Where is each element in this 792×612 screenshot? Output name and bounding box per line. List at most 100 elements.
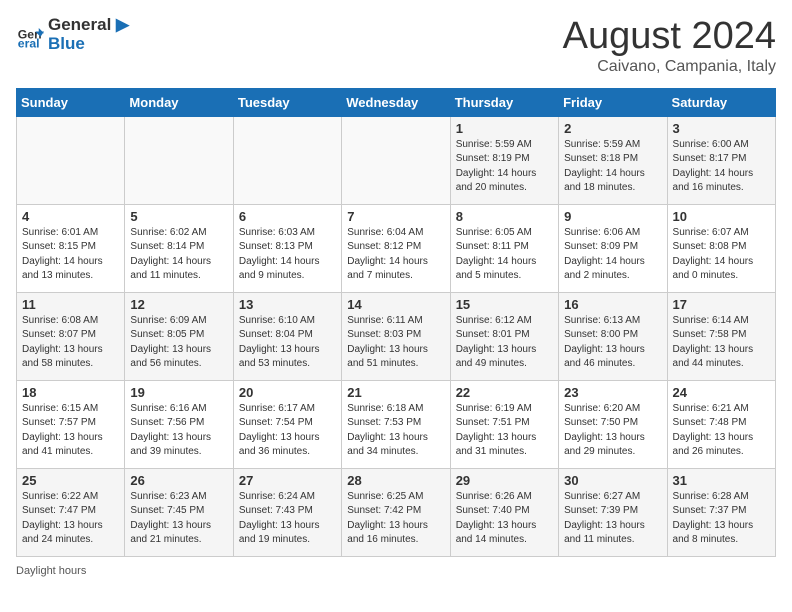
- day-number: 3: [673, 121, 770, 136]
- calendar-cell: 14 Sunrise: 6:11 AM Sunset: 8:03 PM Dayli…: [342, 292, 450, 380]
- calendar-cell: 29Sunrise: 6:26 AM Sunset: 7:40 PM Dayli…: [450, 468, 558, 556]
- calendar-cell: 15 Sunrise: 6:12 AM Sunset: 8:01 PM Dayli…: [450, 292, 558, 380]
- day-info: Sunrise: 6:11 AM Sunset: 8:03 PM Dayligh…: [347, 314, 444, 372]
- day-number: 7: [347, 209, 444, 224]
- day-info: Sunrise: 6:06 AM Sunset: 8:09 PM Dayligh…: [564, 226, 661, 284]
- column-header-monday: Monday: [125, 88, 233, 116]
- calendar-cell: 20 Sunrise: 6:17 AM Sunset: 7:54 PM Dayli…: [233, 380, 341, 468]
- calendar-cell: [342, 116, 450, 204]
- calendar-cell: 27Sunrise: 6:24 AM Sunset: 7:43 PM Dayli…: [233, 468, 341, 556]
- calendar-week-3: 11 Sunrise: 6:08 AM Sunset: 8:07 PM Dayli…: [17, 292, 776, 380]
- calendar-cell: 7Sunrise: 6:04 AM Sunset: 8:12 PM Daylig…: [342, 204, 450, 292]
- day-number: 26: [130, 473, 227, 488]
- day-info: Sunrise: 6:02 AM Sunset: 8:14 PM Dayligh…: [130, 226, 227, 284]
- day-number: 14: [347, 297, 444, 312]
- calendar-cell: 30 Sunrise: 6:27 AM Sunset: 7:39 PM Dayli…: [559, 468, 667, 556]
- column-header-tuesday: Tuesday: [233, 88, 341, 116]
- day-info: Sunrise: 5:59 AM Sunset: 8:18 PM Dayligh…: [564, 138, 661, 196]
- day-info: Sunrise: 6:15 AM Sunset: 7:57 PM Dayligh…: [22, 402, 119, 460]
- day-number: 30: [564, 473, 661, 488]
- calendar-cell: 4 Sunrise: 6:01 AM Sunset: 8:15 PM Daylig…: [17, 204, 125, 292]
- day-number: 23: [564, 385, 661, 400]
- day-info: Sunrise: 6:18 AM Sunset: 7:53 PM Dayligh…: [347, 402, 444, 460]
- calendar-table: SundayMondayTuesdayWednesdayThursdayFrid…: [16, 88, 776, 557]
- calendar-cell: [125, 116, 233, 204]
- calendar-week-4: 18 Sunrise: 6:15 AM Sunset: 7:57 PM Dayli…: [17, 380, 776, 468]
- calendar-cell: 21Sunrise: 6:18 AM Sunset: 7:53 PM Dayli…: [342, 380, 450, 468]
- day-info: Sunrise: 6:17 AM Sunset: 7:54 PM Dayligh…: [239, 402, 336, 460]
- calendar-cell: 5 Sunrise: 6:02 AM Sunset: 8:14 PM Daylig…: [125, 204, 233, 292]
- calendar-cell: 11 Sunrise: 6:08 AM Sunset: 8:07 PM Dayli…: [17, 292, 125, 380]
- day-info: Sunrise: 6:27 AM Sunset: 7:39 PM Dayligh…: [564, 490, 661, 548]
- day-info: Sunrise: 6:23 AM Sunset: 7:45 PM Dayligh…: [130, 490, 227, 548]
- calendar-week-5: 25Sunrise: 6:22 AM Sunset: 7:47 PM Dayli…: [17, 468, 776, 556]
- day-info: Sunrise: 6:09 AM Sunset: 8:05 PM Dayligh…: [130, 314, 227, 372]
- day-info: Sunrise: 6:08 AM Sunset: 8:07 PM Dayligh…: [22, 314, 119, 372]
- calendar-week-2: 4 Sunrise: 6:01 AM Sunset: 8:15 PM Daylig…: [17, 204, 776, 292]
- column-header-wednesday: Wednesday: [342, 88, 450, 116]
- day-info: Sunrise: 6:07 AM Sunset: 8:08 PM Dayligh…: [673, 226, 770, 284]
- calendar-cell: [233, 116, 341, 204]
- day-info: Sunrise: 6:10 AM Sunset: 8:04 PM Dayligh…: [239, 314, 336, 372]
- day-info: Sunrise: 6:13 AM Sunset: 8:00 PM Dayligh…: [564, 314, 661, 372]
- page-header: Gen eral General ▶ Blue August 2024 Caiv…: [16, 16, 776, 76]
- day-number: 18: [22, 385, 119, 400]
- calendar-cell: 28 Sunrise: 6:25 AM Sunset: 7:42 PM Dayli…: [342, 468, 450, 556]
- footer-label: Daylight hours: [16, 565, 86, 577]
- day-number: 11: [22, 297, 119, 312]
- day-number: 16: [564, 297, 661, 312]
- footer: Daylight hours: [16, 565, 776, 577]
- calendar-cell: 23Sunrise: 6:20 AM Sunset: 7:50 PM Dayli…: [559, 380, 667, 468]
- day-number: 9: [564, 209, 661, 224]
- logo-text: General ▶ Blue: [48, 16, 129, 53]
- day-info: Sunrise: 6:03 AM Sunset: 8:13 PM Dayligh…: [239, 226, 336, 284]
- day-number: 8: [456, 209, 553, 224]
- calendar-cell: 17 Sunrise: 6:14 AM Sunset: 7:58 PM Dayli…: [667, 292, 775, 380]
- day-number: 13: [239, 297, 336, 312]
- day-info: Sunrise: 6:25 AM Sunset: 7:42 PM Dayligh…: [347, 490, 444, 548]
- column-header-sunday: Sunday: [17, 88, 125, 116]
- column-header-friday: Friday: [559, 88, 667, 116]
- day-info: Sunrise: 6:21 AM Sunset: 7:48 PM Dayligh…: [673, 402, 770, 460]
- calendar-cell: 26 Sunrise: 6:23 AM Sunset: 7:45 PM Dayli…: [125, 468, 233, 556]
- calendar-cell: 25Sunrise: 6:22 AM Sunset: 7:47 PM Dayli…: [17, 468, 125, 556]
- logo-icon: Gen eral: [16, 21, 44, 49]
- calendar-cell: 2Sunrise: 5:59 AM Sunset: 8:18 PM Daylig…: [559, 116, 667, 204]
- calendar-cell: 1Sunrise: 5:59 AM Sunset: 8:19 PM Daylig…: [450, 116, 558, 204]
- day-info: Sunrise: 6:26 AM Sunset: 7:40 PM Dayligh…: [456, 490, 553, 548]
- calendar-cell: 19Sunrise: 6:16 AM Sunset: 7:56 PM Dayli…: [125, 380, 233, 468]
- day-number: 10: [673, 209, 770, 224]
- day-info: Sunrise: 6:14 AM Sunset: 7:58 PM Dayligh…: [673, 314, 770, 372]
- calendar-week-1: 1Sunrise: 5:59 AM Sunset: 8:19 PM Daylig…: [17, 116, 776, 204]
- calendar-cell: 22 Sunrise: 6:19 AM Sunset: 7:51 PM Dayli…: [450, 380, 558, 468]
- calendar-cell: 18 Sunrise: 6:15 AM Sunset: 7:57 PM Dayli…: [17, 380, 125, 468]
- day-number: 1: [456, 121, 553, 136]
- day-info: Sunrise: 6:28 AM Sunset: 7:37 PM Dayligh…: [673, 490, 770, 548]
- calendar-cell: 12Sunrise: 6:09 AM Sunset: 8:05 PM Dayli…: [125, 292, 233, 380]
- calendar-title: August 2024: [563, 16, 776, 58]
- calendar-cell: 13 Sunrise: 6:10 AM Sunset: 8:04 PM Dayli…: [233, 292, 341, 380]
- calendar-subtitle: Caivano, Campania, Italy: [563, 58, 776, 76]
- day-number: 20: [239, 385, 336, 400]
- calendar-cell: 24Sunrise: 6:21 AM Sunset: 7:48 PM Dayli…: [667, 380, 775, 468]
- calendar-cell: 6 Sunrise: 6:03 AM Sunset: 8:13 PM Daylig…: [233, 204, 341, 292]
- title-block: August 2024 Caivano, Campania, Italy: [563, 16, 776, 76]
- day-number: 31: [673, 473, 770, 488]
- day-number: 4: [22, 209, 119, 224]
- calendar-cell: 10 Sunrise: 6:07 AM Sunset: 8:08 PM Dayli…: [667, 204, 775, 292]
- calendar-header-row: SundayMondayTuesdayWednesdayThursdayFrid…: [17, 88, 776, 116]
- day-number: 25: [22, 473, 119, 488]
- calendar-cell: 3Sunrise: 6:00 AM Sunset: 8:17 PM Daylig…: [667, 116, 775, 204]
- day-info: Sunrise: 6:19 AM Sunset: 7:51 PM Dayligh…: [456, 402, 553, 460]
- column-header-saturday: Saturday: [667, 88, 775, 116]
- day-number: 5: [130, 209, 227, 224]
- day-number: 15: [456, 297, 553, 312]
- day-number: 6: [239, 209, 336, 224]
- day-number: 22: [456, 385, 553, 400]
- day-info: Sunrise: 6:01 AM Sunset: 8:15 PM Dayligh…: [22, 226, 119, 284]
- column-header-thursday: Thursday: [450, 88, 558, 116]
- day-number: 28: [347, 473, 444, 488]
- calendar-cell: [17, 116, 125, 204]
- day-number: 17: [673, 297, 770, 312]
- day-info: Sunrise: 6:12 AM Sunset: 8:01 PM Dayligh…: [456, 314, 553, 372]
